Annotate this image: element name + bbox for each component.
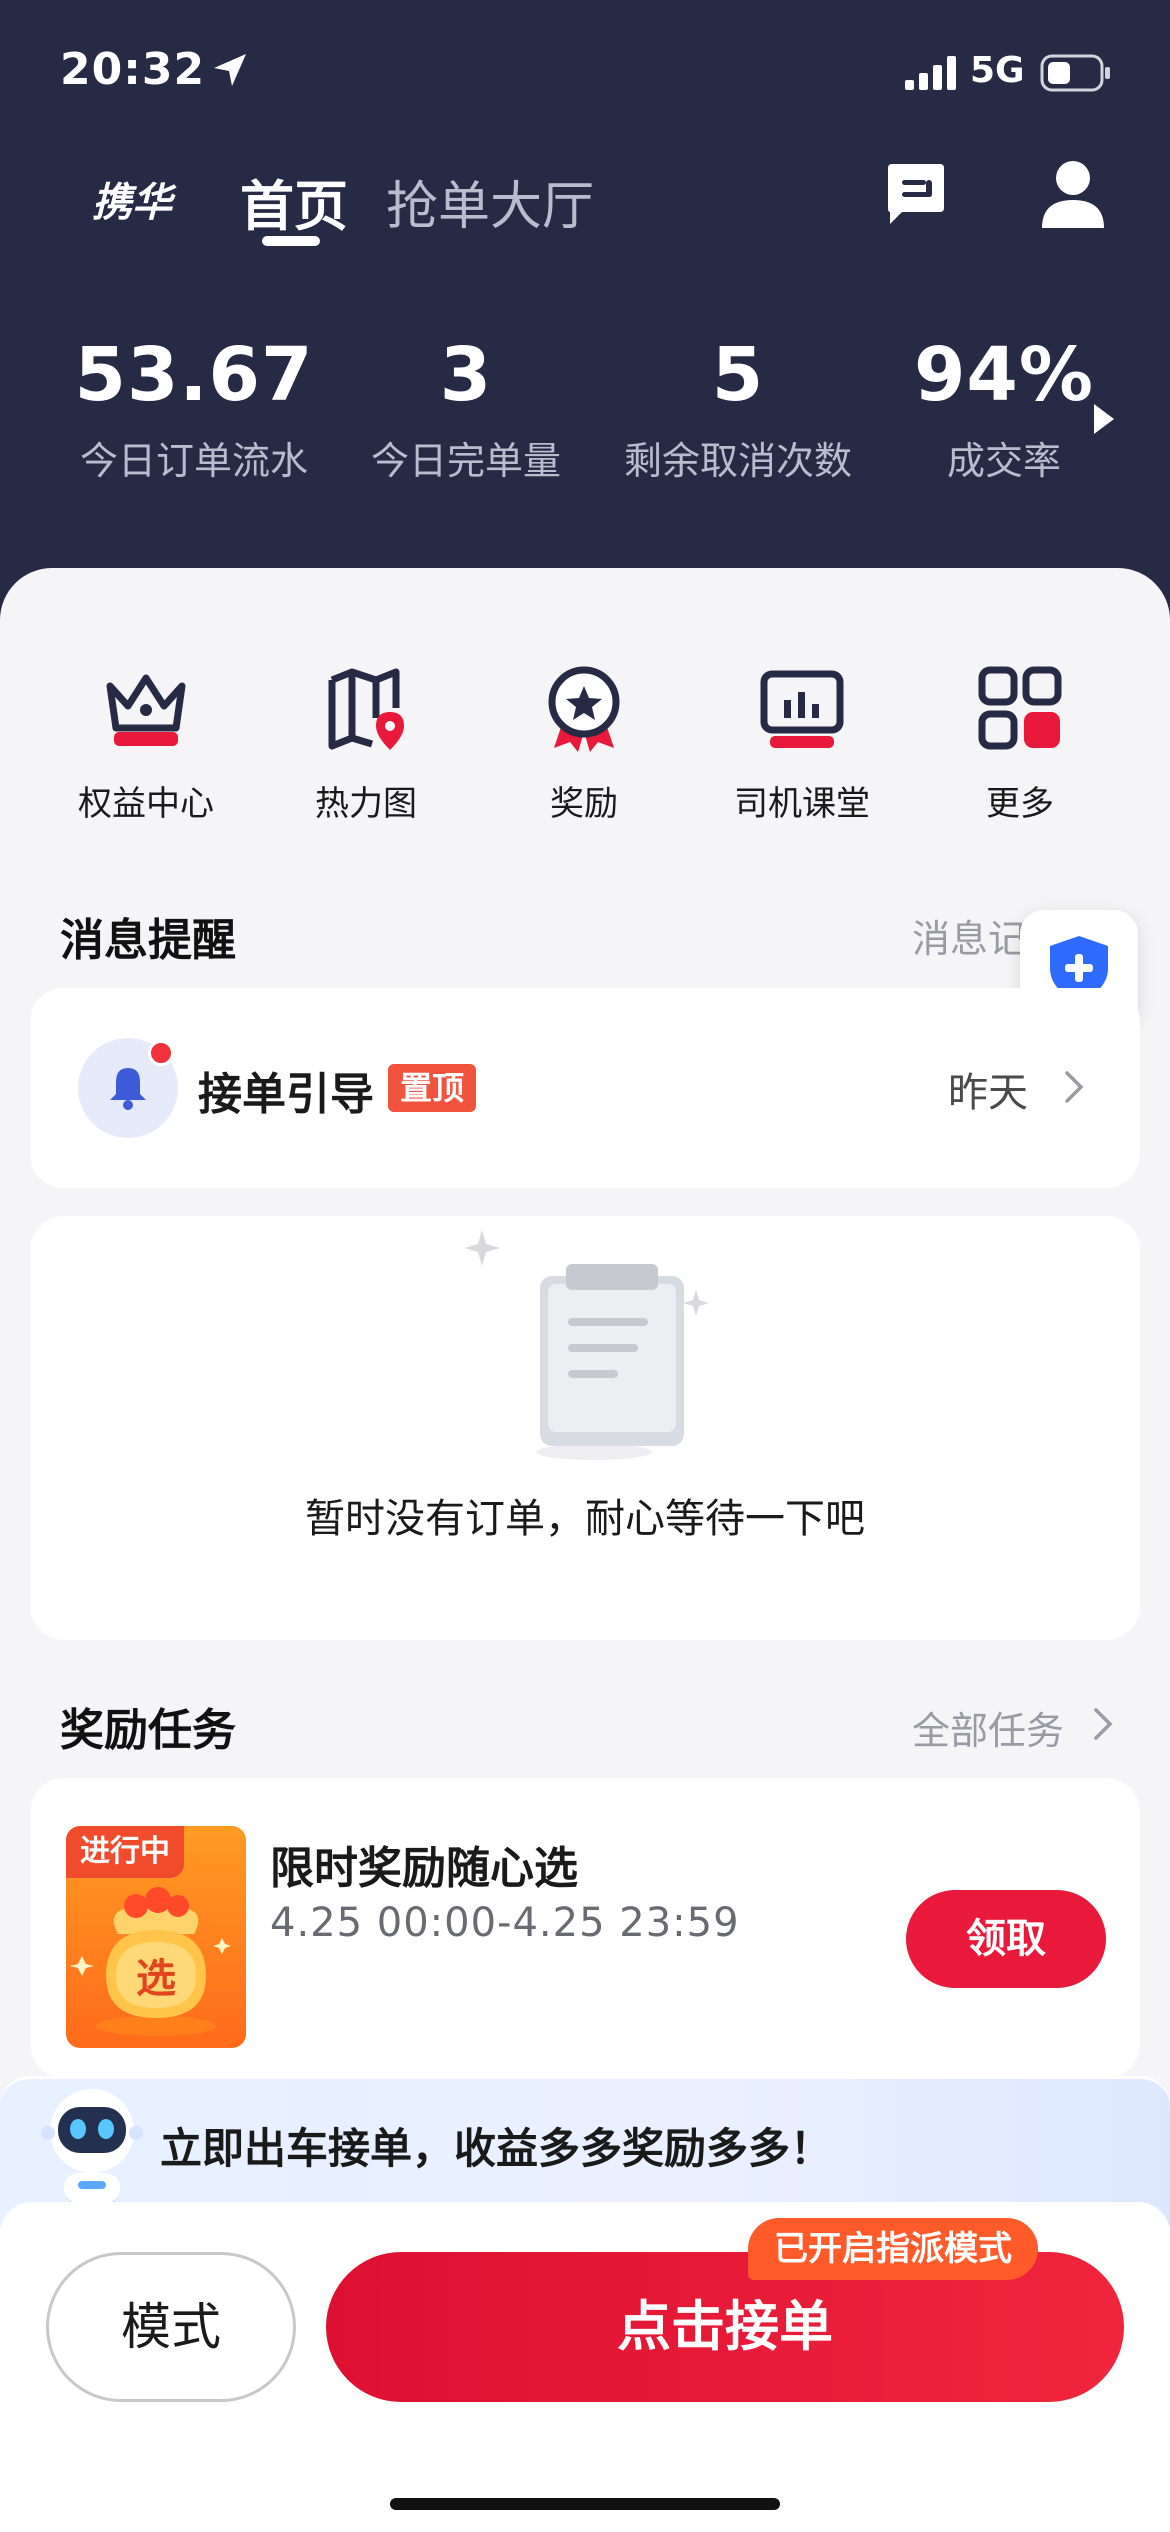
quick-rewards[interactable]: 奖励	[474, 658, 694, 825]
quick-menu-label: 奖励	[550, 784, 618, 824]
top-nav: 携华 首页 抢单大厅	[0, 150, 1170, 260]
quick-benefits-center[interactable]: 权益中心	[36, 658, 256, 825]
stat-value: 3	[439, 332, 493, 418]
location-arrow-icon	[214, 54, 246, 86]
network-type: 5G	[970, 50, 1025, 91]
unread-dot	[148, 1040, 174, 1066]
quick-menu-label: 司机课堂	[734, 784, 870, 824]
banner-text: 立即出车接单，收益多多奖励多多！	[160, 2124, 833, 2173]
medal-icon	[548, 666, 620, 752]
bottom-action-bar: 模式 点击接单 已开启指派模式	[0, 2202, 1170, 2532]
stat-completed: 3 今日完单量	[326, 330, 606, 485]
tab-order-hall[interactable]: 抢单大厅	[386, 164, 594, 239]
message-item-card[interactable]: 接单引导 置顶 昨天	[30, 988, 1140, 1188]
home-indicator[interactable]	[390, 2498, 780, 2510]
brand-logo: 携华	[92, 179, 172, 226]
message-time: 昨天	[948, 1070, 1028, 1116]
claim-button[interactable]: 领取	[906, 1890, 1106, 1988]
active-tab-indicator	[262, 236, 320, 246]
thumb-select-char: 选	[136, 1956, 176, 2002]
message-title: 接单引导	[198, 1069, 374, 1120]
classroom-icon	[760, 670, 844, 748]
task-date-range: 4.25 00:00-4.25 23:59	[270, 1900, 740, 1946]
mode-button[interactable]: 模式	[46, 2252, 296, 2402]
grid-icon	[978, 666, 1062, 750]
empty-orders-text: 暂时没有订单，耐心等待一下吧	[305, 1496, 865, 1542]
stat-label: 今日完单量	[370, 439, 561, 483]
map-pin-icon	[328, 668, 404, 750]
task-item-card[interactable]: 选 进行中 限时奖励随心选 4.25 00:00-4.25 23:59 领取	[30, 1778, 1140, 2078]
messages-section-title: 消息提醒	[60, 915, 236, 966]
stat-label: 剩余取消次数	[623, 439, 852, 483]
stat-cancel-remaining: 5 剩余取消次数	[598, 330, 878, 485]
all-tasks-link[interactable]: 全部任务	[912, 1700, 1064, 1755]
user-profile-icon[interactable]	[1040, 158, 1106, 230]
chevron-right-icon	[1065, 1071, 1084, 1103]
task-status-tag: 进行中	[66, 1826, 184, 1878]
stat-value: 5	[711, 332, 765, 418]
chevron-right-icon[interactable]	[1092, 1706, 1114, 1742]
pinned-badge: 置顶	[388, 1064, 477, 1112]
robot-mascot-icon	[41, 2089, 143, 2209]
stat-revenue: 53.67 今日订单流水	[54, 330, 334, 485]
status-time: 20:32	[60, 44, 206, 95]
quick-menu-label: 权益中心	[78, 784, 214, 824]
top-header: 20:32 5G 携华 首页 抢单大厅 53.67 今日订单流水 3 今日完单量…	[0, 0, 1170, 640]
empty-clipboard-illustration	[464, 1230, 709, 1460]
crown-icon	[106, 674, 186, 746]
tab-home[interactable]: 首页	[240, 162, 348, 241]
message-icon[interactable]	[882, 160, 950, 228]
stat-label: 成交率	[946, 439, 1061, 483]
quick-menu-label: 更多	[986, 784, 1054, 824]
battery-icon	[1040, 54, 1110, 92]
bell-icon	[110, 1068, 146, 1110]
stat-label: 今日订单流水	[79, 439, 308, 483]
stats-row[interactable]: 53.67 今日订单流水 3 今日完单量 5 剩余取消次数 94% 成交率	[0, 330, 1170, 500]
signal-bars-icon	[905, 56, 956, 90]
quick-driver-classroom[interactable]: 司机课堂	[692, 658, 912, 825]
quick-menu-label: 热力图	[315, 784, 417, 824]
stats-arrow-icon[interactable]	[1092, 402, 1116, 436]
tasks-section-title: 奖励任务	[60, 1705, 236, 1756]
dispatch-mode-badge: 已开启指派模式	[748, 2218, 1038, 2280]
quick-more[interactable]: 更多	[910, 658, 1130, 825]
quick-menu: 权益中心 热力图 奖励 司机课堂 更多	[0, 658, 1170, 858]
quick-heatmap[interactable]: 热力图	[256, 658, 476, 825]
task-title: 限时奖励随心选	[270, 1843, 578, 1894]
stat-value: 53.67	[74, 332, 314, 418]
status-bar: 20:32 5G	[0, 0, 1170, 150]
task-thumbnail: 选 进行中	[66, 1826, 246, 2048]
empty-orders-card: 暂时没有订单，耐心等待一下吧	[30, 1216, 1140, 1640]
